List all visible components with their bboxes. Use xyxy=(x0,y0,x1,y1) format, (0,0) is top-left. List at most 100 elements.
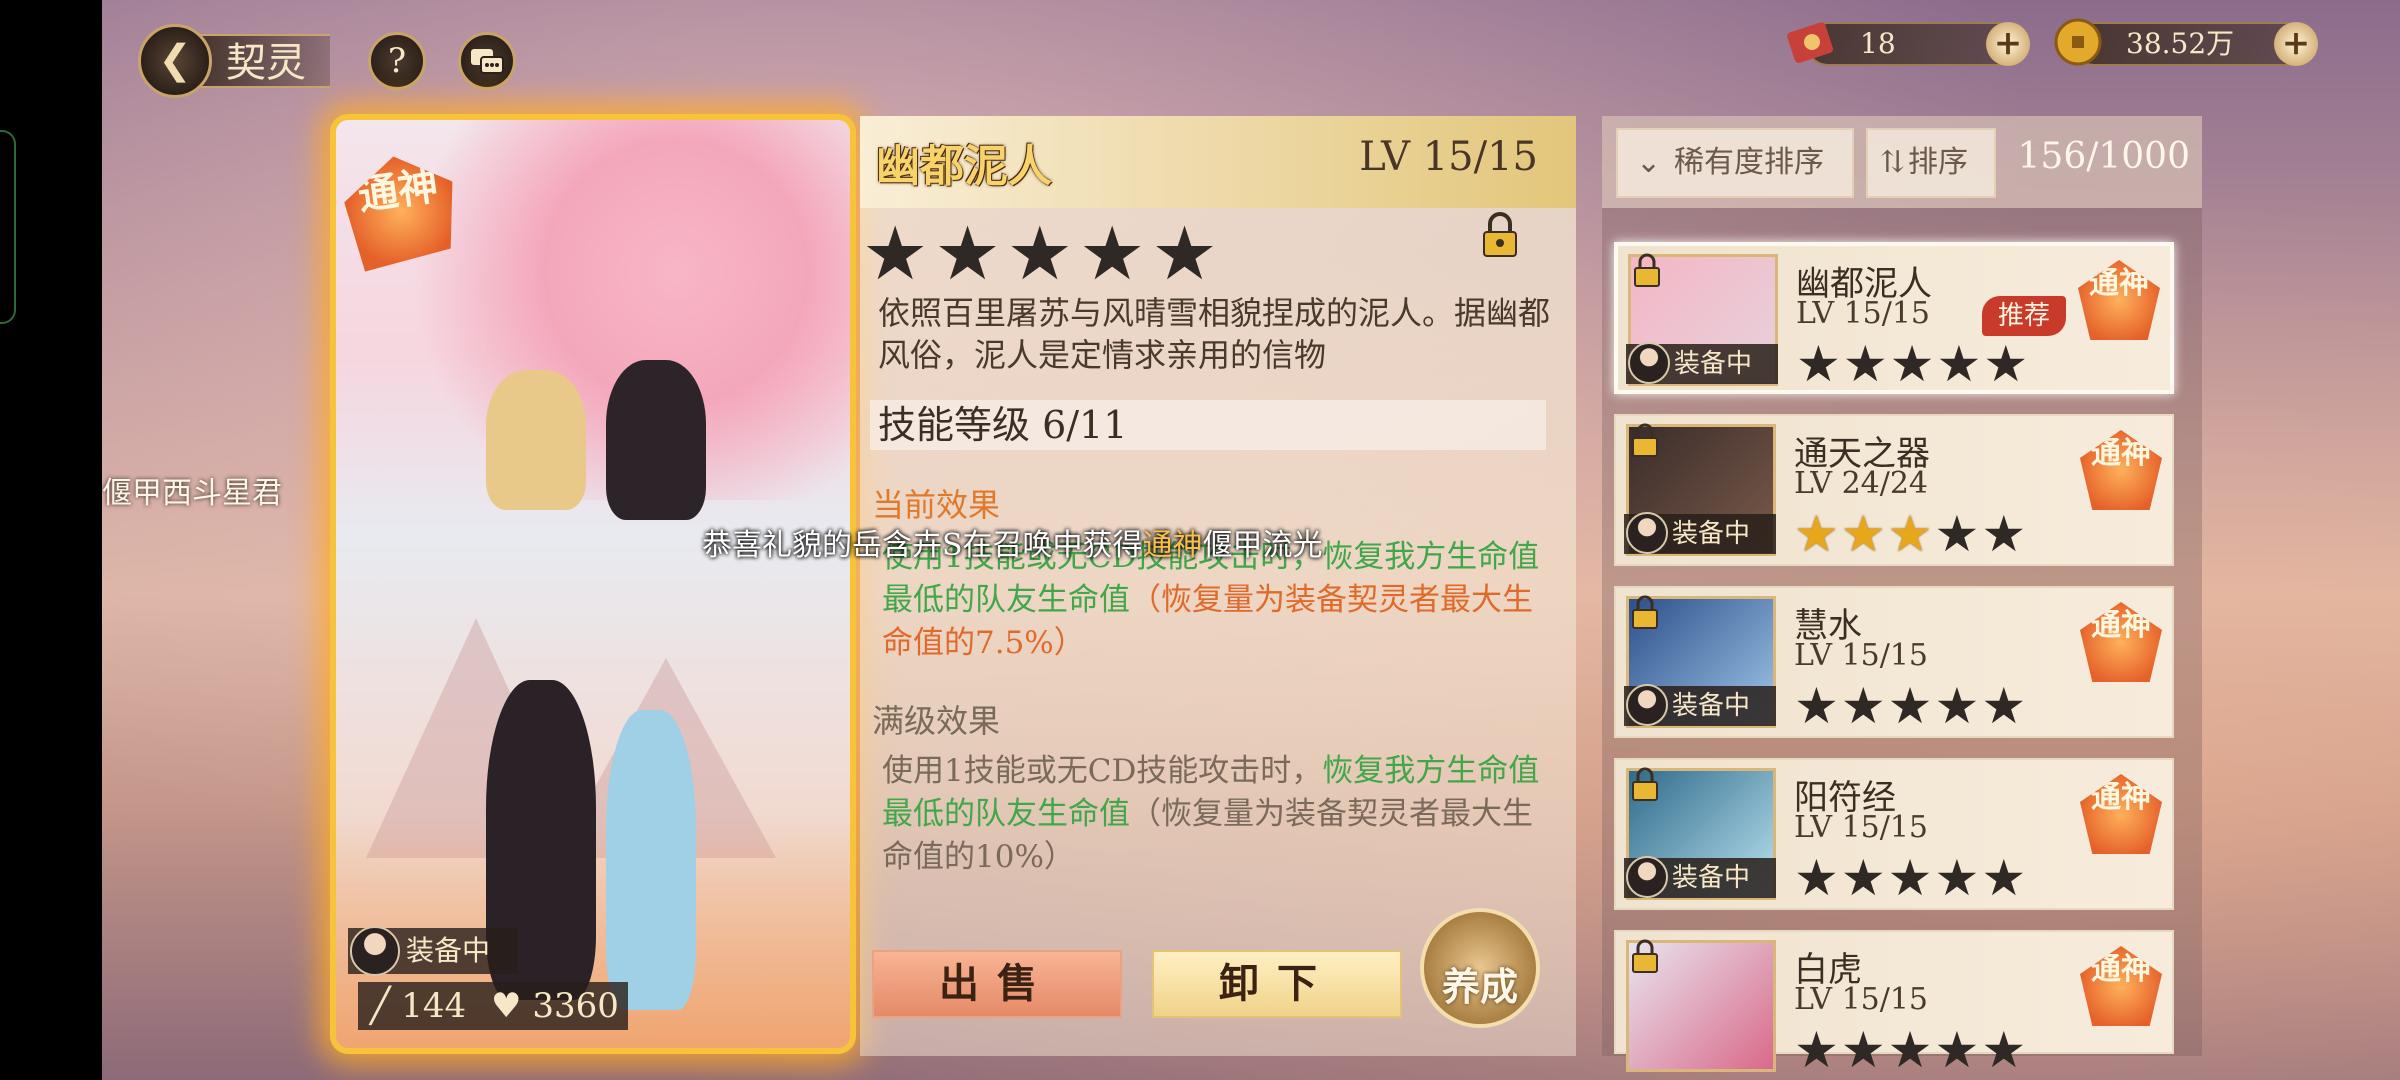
star-icon: ★ xyxy=(1934,1021,1982,1079)
details-header: 幽都泥人 LV 15/15 xyxy=(860,116,1576,208)
add-coin-button[interactable]: + xyxy=(2274,22,2318,66)
equipped-label: 装备中 xyxy=(1624,512,1776,554)
help-button[interactable]: ? xyxy=(368,32,426,90)
recommend-badge: 推荐 xyxy=(1982,296,2066,336)
skill-level: 技能等级 6/11 xyxy=(870,400,1546,450)
star-icon: ★ xyxy=(1981,677,2029,735)
list-header: ⌄ 稀有度排序 ⇅ 排序 156/1000 xyxy=(1602,116,2202,208)
add-ticket-button[interactable]: + xyxy=(1986,22,2030,66)
chevron-down-icon: ⌄ xyxy=(1636,145,1662,180)
coin-currency: 38.52万 + xyxy=(2054,18,2318,66)
scene-character-name: 偃甲西斗星君 xyxy=(102,476,282,511)
ticket-count: 18 xyxy=(1860,27,1896,60)
star-rating: ★★★★★ xyxy=(1794,680,2028,732)
page-title: 契灵 xyxy=(200,34,330,88)
spirit-level: LV 15/15 xyxy=(1796,296,1931,331)
ticket-currency: 18 + xyxy=(1787,22,2030,66)
marquee-highlight: 通神 xyxy=(1142,528,1203,563)
avatar xyxy=(1626,856,1668,898)
lock-icon xyxy=(1632,767,1658,801)
list-item[interactable]: 装备中 幽都泥人 LV 15/15 推荐 ★★★★★ 通神 xyxy=(1614,242,2174,394)
avatar xyxy=(1628,342,1670,384)
spirit-list-panel: ⌄ 稀有度排序 ⇅ 排序 156/1000 装备中 幽都泥人 LV 15/15 推荐 ★… xyxy=(1602,116,2202,1076)
marquee-prefix: 恭喜礼貌的岳含卉S在召唤中获得 xyxy=(702,528,1143,563)
lock-icon xyxy=(1632,595,1658,629)
list-item[interactable]: 装备中 阳符经 LV 15/15 ★★★★★ 通神 xyxy=(1614,758,2174,910)
avatar xyxy=(1626,512,1668,554)
equipped-text: 装备中 xyxy=(1674,349,1753,379)
card-equipped-label: 装备中 xyxy=(348,926,518,976)
star-icon: ★ xyxy=(1936,335,1984,393)
rank-badge: 通神 xyxy=(2078,260,2160,340)
star-icon: ★ xyxy=(1840,505,1888,563)
chat-button[interactable] xyxy=(458,32,516,90)
star-rating: ★★★★★ xyxy=(862,211,1224,297)
rank-badge: 通神 xyxy=(2080,946,2162,1026)
side-handle[interactable] xyxy=(0,130,16,324)
star-rating: ★★★★★ xyxy=(1796,338,2030,390)
spirit-level: LV 15/15 xyxy=(1794,982,1929,1017)
star-icon: ★ xyxy=(1842,335,1890,393)
star-icon: ★ xyxy=(1840,849,1888,907)
star-icon: ★ xyxy=(1981,1021,2029,1079)
spirit-level: LV 15/15 xyxy=(1359,134,1538,180)
lock-icon[interactable] xyxy=(1480,212,1520,258)
develop-button[interactable]: 养成 xyxy=(1420,908,1540,1028)
star-icon: ★ xyxy=(1983,335,2031,393)
lock-icon xyxy=(1632,939,1658,973)
star-icon: ★ xyxy=(1796,335,1843,393)
ticket-icon xyxy=(1787,22,1834,63)
unequip-button[interactable]: 卸下 xyxy=(1152,950,1402,1018)
card-stats: ╱ 144 ♥ 3360 xyxy=(358,982,628,1030)
star-icon: ★ xyxy=(1981,849,2029,907)
avatar xyxy=(350,926,400,976)
coin-icon xyxy=(2054,18,2102,66)
star-icon: ★ xyxy=(1887,1021,1935,1079)
sort-by-rarity-button[interactable]: ⌄ 稀有度排序 xyxy=(1616,128,1854,198)
spirit-details-panel: 幽都泥人 LV 15/15 ★★★★★ 依照百里屠苏与风晴雪相貌捏成的泥人。据幽… xyxy=(860,116,1576,1056)
attack-icon: ╱ xyxy=(370,986,391,1026)
equipped-text: 装备中 xyxy=(1672,691,1751,721)
equipped-label: 装备中 xyxy=(1624,856,1776,898)
health-icon: ♥ xyxy=(491,986,522,1026)
star-icon: ★ xyxy=(1934,849,1982,907)
list-item[interactable]: 装备中 通天之器 LV 24/24 ★★★★★ 通神 xyxy=(1614,414,2174,566)
announcement-marquee: 恭喜礼貌的岳含卉S在召唤中获得通神偃甲流光 xyxy=(702,520,1323,564)
help-icon: ? xyxy=(387,41,407,81)
star-rating: ★★★★★ xyxy=(1794,1024,2028,1076)
spirit-name: 幽都泥人 xyxy=(876,141,1052,192)
back-arrow-icon: ❮ xyxy=(158,37,192,83)
lock-icon xyxy=(1632,423,1658,457)
spirit-card: 通神 装备中 ╱ 144 ♥ 3360 xyxy=(330,114,856,1054)
star-icon: ★ xyxy=(1794,849,1841,907)
avatar xyxy=(1626,684,1668,726)
star-icon: ★ xyxy=(1794,1021,1841,1079)
star-icon: ★ xyxy=(1934,677,1982,735)
sort-label: 排序 xyxy=(1908,145,1968,180)
list-item[interactable]: 白虎 LV 15/15 ★★★★★ 通神 xyxy=(1614,930,2174,1076)
star-icon: ★ xyxy=(1887,849,1935,907)
sort-order-button[interactable]: ⇅ 排序 xyxy=(1866,128,1996,198)
star-icon: ★ xyxy=(1887,677,1935,735)
coin-count: 38.52万 xyxy=(2126,27,2235,60)
chat-bubbles-icon xyxy=(471,49,504,74)
equipped-text: 装备中 xyxy=(1672,519,1751,549)
star-icon: ★ xyxy=(1889,335,1937,393)
spirit-level: LV 15/15 xyxy=(1794,638,1929,673)
star-icon: ★ xyxy=(1840,1021,1888,1079)
star-icon: ★ xyxy=(1981,505,2029,563)
back-button[interactable]: ❮ xyxy=(138,24,212,98)
sell-button[interactable]: 出售 xyxy=(872,950,1122,1018)
list-item[interactable]: 装备中 慧水 LV 15/15 ★★★★★ 通神 xyxy=(1614,586,2174,738)
sort-order-icon: ⇅ xyxy=(1880,145,1906,180)
equipped-text: 装备中 xyxy=(406,934,491,967)
page-title-text: 契灵 xyxy=(226,40,306,86)
health-value: 3360 xyxy=(532,986,619,1026)
spirit-level: LV 24/24 xyxy=(1794,466,1929,501)
spirit-count: 156/1000 xyxy=(2017,136,2190,177)
rank-badge: 通神 xyxy=(2080,602,2162,682)
star-rating: ★★★★★ xyxy=(1794,508,2028,560)
spirit-level: LV 15/15 xyxy=(1794,810,1929,845)
max-effect-title: 满级效果 xyxy=(872,702,1001,740)
star-icon: ★ xyxy=(1934,505,1982,563)
